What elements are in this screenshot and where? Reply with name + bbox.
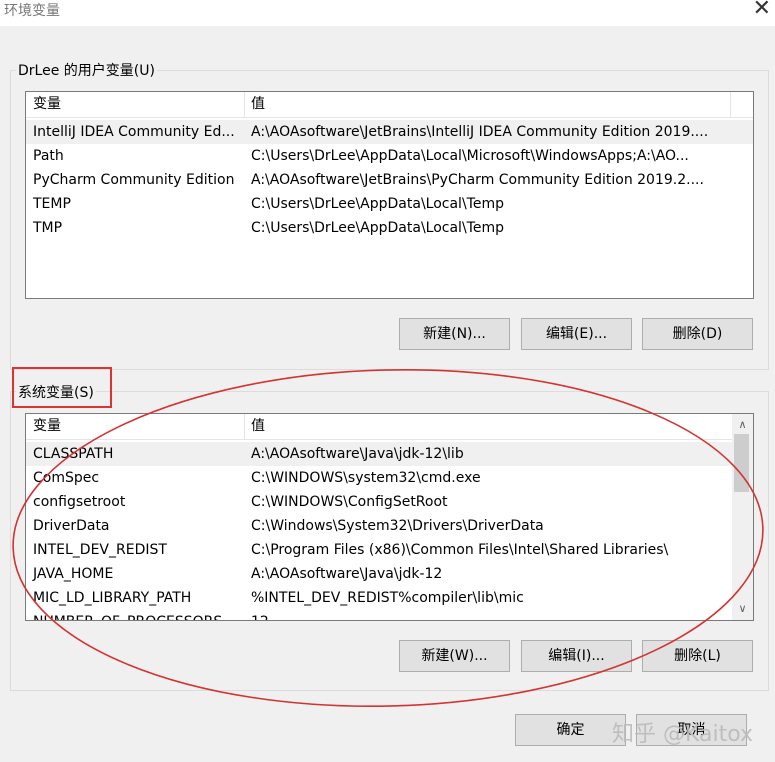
var-name: MIC_LD_LIBRARY_PATH [33,590,192,606]
table-row[interactable]: DriverData C:\Windows\System32\Drivers\D… [26,514,732,538]
user-new-button[interactable]: 新建(N)... [399,318,510,350]
table-row[interactable]: NUMBER_OF_PROCESSORS 12 [26,610,732,620]
table-row[interactable]: IntelliJ IDEA Community Ed... A:\AOAsoft… [26,120,753,144]
table-row[interactable]: TMP C:\Users\DrLee\AppData\Local\Temp [26,216,753,240]
table-row[interactable]: configsetroot C:\WINDOWS\ConfigSetRoot [26,490,732,514]
var-value: A:\AOAsoftware\Java\jdk-12 [251,566,443,582]
system-vars-label: 系统变量(S) [16,382,96,402]
var-name: CLASSPATH [33,446,114,462]
col-header-name[interactable]: 变量 [26,414,244,440]
col-header-value[interactable]: 值 [244,414,730,440]
user-vars-header: 变量 值 [26,92,753,118]
var-value: C:\WINDOWS\ConfigSetRoot [251,494,448,510]
var-name: NUMBER_OF_PROCESSORS [26,610,244,620]
table-row[interactable]: PyCharm Community Edition A:\AOAsoftware… [26,168,753,192]
vertical-scrollbar[interactable]: ∧ ∨ [732,414,753,620]
system-vars-list[interactable]: 变量 值 CLASSPATH A:\AOAsoftware\Java\jdk-1… [25,413,754,621]
scroll-up-icon[interactable]: ∧ [734,416,751,433]
table-row[interactable]: TEMP C:\Users\DrLee\AppData\Local\Temp [26,192,753,216]
scroll-down-icon[interactable]: ∨ [734,600,751,617]
table-row[interactable]: CLASSPATH A:\AOAsoftware\Java\jdk-12\lib [26,442,732,466]
table-row[interactable]: ComSpec C:\WINDOWS\system32\cmd.exe [26,466,732,490]
var-value: C:\WINDOWS\system32\cmd.exe [251,470,481,486]
user-delete-button[interactable]: 删除(D) [642,318,753,350]
var-name: configsetroot [33,494,126,510]
system-edit-button[interactable]: 编辑(I)... [521,640,632,672]
var-name: IntelliJ IDEA Community Ed... [33,124,235,140]
user-vars-label: DrLee 的用户变量(U) [16,60,157,80]
user-vars-list[interactable]: 变量 值 IntelliJ IDEA Community Ed... A:\AO… [25,91,754,299]
var-name: PyCharm Community Edition [33,172,235,188]
var-name: INTEL_DEV_REDIST [33,542,167,558]
var-value: A:\AOAsoftware\JetBrains\IntelliJ IDEA C… [251,124,709,140]
table-row[interactable]: JAVA_HOME A:\AOAsoftware\Java\jdk-12 [26,562,732,586]
table-row[interactable]: Path C:\Users\DrLee\AppData\Local\Micros… [26,144,753,168]
scroll-thumb[interactable] [734,434,749,492]
var-value: C:\Users\DrLee\AppData\Local\Microsoft\W… [251,148,689,164]
var-name: ComSpec [33,470,100,486]
table-row[interactable]: MIC_LD_LIBRARY_PATH %INTEL_DEV_REDIST%co… [26,586,732,610]
title-bar: 环境变量 ✕ [0,0,775,26]
var-value: A:\AOAsoftware\JetBrains\PyCharm Communi… [251,172,704,188]
var-name: JAVA_HOME [33,566,114,582]
var-name: DriverData [33,518,110,534]
var-value: A:\AOAsoftware\Java\jdk-12\lib [251,446,464,462]
table-row[interactable]: INTEL_DEV_REDIST C:\Program Files (x86)\… [26,538,732,562]
close-icon[interactable]: ✕ [753,0,771,20]
var-value: C:\Program Files (x86)\Common Files\Inte… [251,542,669,558]
var-value: C:\Windows\System32\Drivers\DriverData [251,518,544,534]
col-header-name[interactable]: 变量 [26,92,244,118]
ok-button[interactable]: 确定 [515,714,626,746]
var-value: 12 [244,610,730,620]
system-delete-button[interactable]: 删除(L) [642,640,753,672]
var-name: TMP [33,220,63,236]
var-name: TEMP [33,196,71,212]
user-edit-button[interactable]: 编辑(E)... [521,318,632,350]
col-header-value[interactable]: 值 [244,92,730,118]
var-name: Path [33,148,64,164]
system-vars-header: 变量 值 [26,414,753,440]
system-new-button[interactable]: 新建(W)... [399,640,510,672]
var-value: %INTEL_DEV_REDIST%compiler\lib\mic [251,590,524,606]
window-title: 环境变量 [4,3,60,19]
column-divider[interactable] [730,92,731,118]
var-value: C:\Users\DrLee\AppData\Local\Temp [251,220,504,236]
var-value: C:\Users\DrLee\AppData\Local\Temp [251,196,504,212]
watermark: 知乎 @Kaitox [612,722,754,747]
